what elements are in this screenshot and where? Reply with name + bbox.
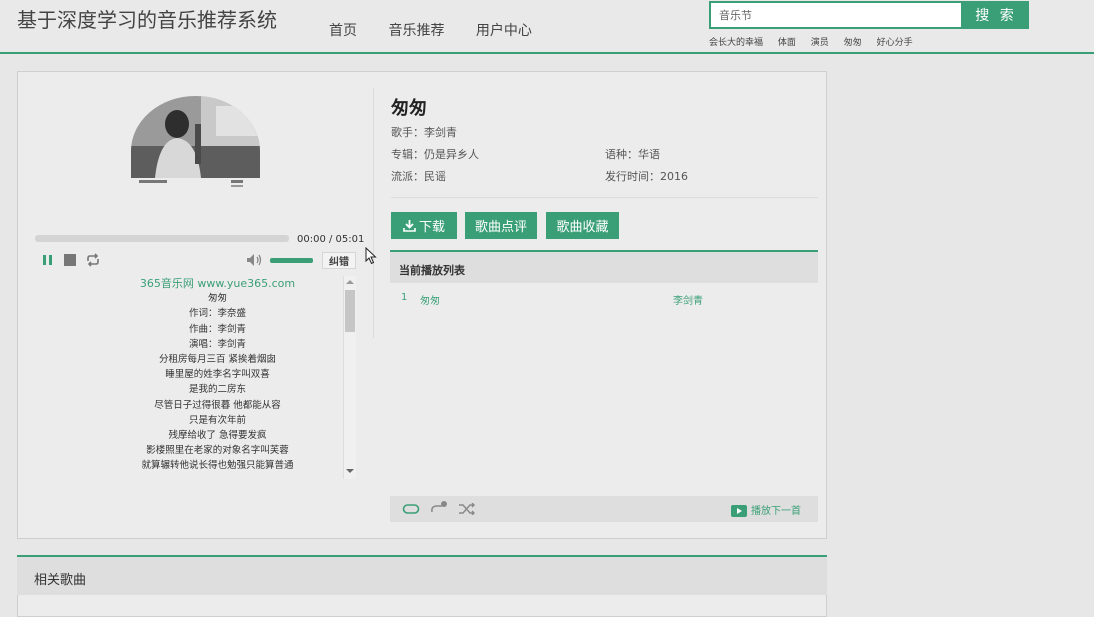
song-singer: 歌手：李剑青 <box>391 126 457 139</box>
hot-search-item[interactable]: 会长大的幸福 <box>709 38 763 48</box>
site-title: 基于深度学习的音乐推荐系统 <box>17 8 277 32</box>
lyrics-line: 是我的二房东 <box>188 384 246 396</box>
song-favorite-button[interactable]: 歌曲收藏 <box>546 212 619 239</box>
playback-time: 00:00 / 05:01 <box>297 234 365 245</box>
hot-search-item[interactable]: 体面 <box>778 38 796 48</box>
lyrics-panel: 365音乐网 www.yue365.com 匆匆 作词：李奈盛 作曲：李剑青 演… <box>107 276 328 476</box>
lyrics-line: 睡里屋的姓李名字叫双喜 <box>165 369 270 381</box>
volume-icon[interactable] <box>246 253 264 267</box>
nav-home[interactable]: 首页 <box>329 23 357 39</box>
search-button[interactable]: 搜 索 <box>963 1 1029 29</box>
related-songs-body <box>17 595 827 617</box>
lyrics-line: 匆匆 <box>207 293 227 305</box>
download-label: 下载 <box>418 220 445 235</box>
scroll-up-arrow-icon[interactable] <box>346 280 354 284</box>
lyrics-line: 就算辗转他说长得也勉强只能算普通 <box>141 460 294 472</box>
album-cover <box>131 96 260 206</box>
shuffle-icon[interactable] <box>458 503 476 515</box>
current-playlist: 当前播放列表 1 匆匆 李剑青 播放下一首 <box>390 250 818 522</box>
hot-search-item[interactable]: 好心分手 <box>877 38 913 48</box>
song-release-date: 发行时间：2016 <box>605 170 688 183</box>
hot-search-item[interactable]: 匆匆 <box>844 38 862 48</box>
scroll-down-arrow-icon[interactable] <box>346 469 354 473</box>
related-songs-title: 相关歌曲 <box>34 573 87 588</box>
song-genre: 流派：民谣 <box>391 170 446 183</box>
playback-progress-bar[interactable] <box>35 235 289 242</box>
song-comment-button[interactable]: 歌曲点评 <box>465 212 537 239</box>
lyrics-scrollbar[interactable] <box>343 276 356 479</box>
volume-slider[interactable] <box>270 258 313 263</box>
pause-icon[interactable] <box>41 252 55 268</box>
play-icon <box>731 505 747 517</box>
lyrics-line: 作词：李奈盛 <box>188 308 246 320</box>
search-input[interactable] <box>709 1 963 29</box>
nav-music-recommend[interactable]: 音乐推荐 <box>388 23 444 39</box>
single-repeat-icon[interactable] <box>430 500 448 515</box>
related-songs-header: 相关歌曲 <box>17 555 827 595</box>
download-button[interactable]: 下载 <box>391 212 457 239</box>
download-icon <box>403 220 416 232</box>
lyrics-source: 365音乐网 www.yue365.com <box>139 277 296 290</box>
playlist-row-index: 1 <box>401 292 408 303</box>
repeat-icon[interactable] <box>85 252 101 268</box>
lyrics-line: 影楼照里在老家的对象名字叫芙蓉 <box>146 445 289 457</box>
hot-search-list: 会长大的幸福 体面 演员 匆匆 好心分手 <box>709 35 925 48</box>
playlist-row-title[interactable]: 匆匆 <box>420 292 440 307</box>
mouse-cursor-icon <box>365 247 377 265</box>
lyrics-line: 分租房每月三百 紧挨着烟囱 <box>158 354 277 366</box>
stop-icon[interactable] <box>63 252 77 268</box>
lyrics-line: 尽管日子过得很暮 他都能从容 <box>154 399 281 411</box>
song-title: 匆匆 <box>391 98 427 119</box>
scrollbar-thumb[interactable] <box>345 290 355 332</box>
playlist-header: 当前播放列表 <box>390 250 818 283</box>
playlist-row-artist[interactable]: 李剑青 <box>673 292 703 307</box>
nav-user-center[interactable]: 用户中心 <box>476 23 532 39</box>
song-album: 专辑：仍是异乡人 <box>391 148 479 161</box>
play-next-label: 播放下一首 <box>751 506 801 517</box>
site-header: 基于深度学习的音乐推荐系统 首页 音乐推荐 用户中心 搜 索 会长大的幸福 体面… <box>0 0 1094 54</box>
info-divider <box>391 197 818 198</box>
lyrics-line: 只是有次年前 <box>188 414 246 426</box>
song-language: 语种：华语 <box>605 148 660 161</box>
lyrics-line: 演唱：李剑青 <box>188 338 246 350</box>
column-divider <box>373 88 374 338</box>
lyrics-line: 残摩给收了 急得要发疯 <box>168 430 267 442</box>
song-panel: 00:00 / 05:01 纠错 365音乐网 www.yue365.com 匆… <box>17 71 827 539</box>
main-nav: 首页 音乐推荐 用户中心 <box>329 20 559 40</box>
playlist-footer: 播放下一首 <box>390 496 818 522</box>
lyrics-line: 作曲：李剑青 <box>188 323 246 335</box>
hot-search-item[interactable]: 演员 <box>811 38 829 48</box>
loop-mode-icon[interactable] <box>402 503 420 515</box>
play-next-button[interactable]: 播放下一首 <box>731 502 801 517</box>
playlist-row[interactable]: 1 匆匆 李剑青 <box>390 292 818 308</box>
lyrics-correction-button[interactable]: 纠错 <box>322 252 356 269</box>
